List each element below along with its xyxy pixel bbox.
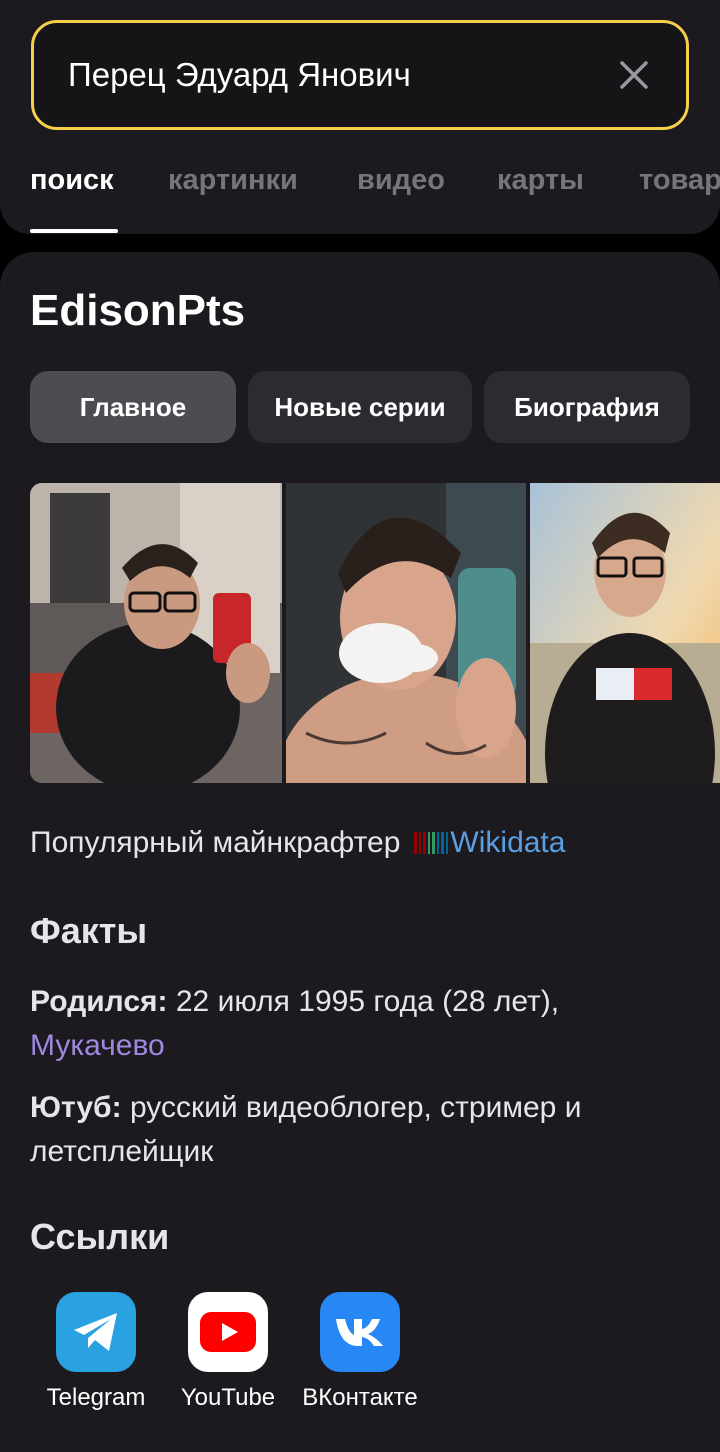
search-query-text[interactable]: Перец Эдуард Янович <box>68 56 411 94</box>
chip-main-label: Главное <box>79 391 187 422</box>
telegram-label: Telegram <box>46 1384 146 1411</box>
born-place-link[interactable]: Мукачево <box>30 1029 165 1062</box>
chip-new-episodes-label: Новые серии <box>274 391 446 422</box>
fact-youtube-label: Ютуб: <box>30 1091 122 1124</box>
fact-born-label: Родился: <box>30 985 168 1018</box>
wikidata-link[interactable]: Wikidata <box>450 826 565 860</box>
entity-description: Популярный майнкрафтер Wikidata <box>30 826 565 860</box>
search-header: Перец Эдуард Янович поиск картинки видео… <box>0 0 720 234</box>
fact-born-value: 22 июля 1995 года (28 лет), <box>175 985 560 1018</box>
facts-heading: Факты <box>30 910 148 951</box>
tab-video[interactable]: видео <box>357 164 445 197</box>
chip-new-episodes[interactable]: Новые серии <box>248 371 472 443</box>
active-tab-indicator <box>30 229 118 233</box>
tab-search[interactable]: поиск <box>30 164 114 197</box>
youtube-icon[interactable] <box>188 1292 268 1372</box>
vk-link[interactable]: ВКонтакте <box>285 1292 435 1412</box>
tab-maps[interactable]: карты <box>497 164 584 197</box>
clear-icon[interactable] <box>614 55 654 95</box>
search-tabs: поиск картинки видео карты товары <box>0 150 720 234</box>
description-text: Популярный майнкрафтер <box>30 826 401 859</box>
tab-images[interactable]: картинки <box>168 164 298 197</box>
telegram-link[interactable]: Telegram <box>21 1292 171 1412</box>
fact-born: Родился: 22 июля 1995 года (28 лет), Мук… <box>30 980 670 1068</box>
vk-label: ВКонтакте <box>302 1384 418 1411</box>
photo-1[interactable] <box>30 483 282 783</box>
entity-card: EdisonPts Главное Новые серии Биография <box>0 252 720 1452</box>
youtube-link[interactable]: YouTube <box>153 1292 303 1412</box>
chip-biography[interactable]: Биография <box>484 371 690 443</box>
photo-3[interactable] <box>530 483 720 783</box>
wikidata-icon <box>414 832 449 854</box>
chip-main[interactable]: Главное <box>30 371 236 443</box>
entity-title: EdisonPts <box>30 286 246 335</box>
tab-products[interactable]: товары <box>639 164 720 197</box>
fact-youtube: Ютуб: русский видеоблогер, стример и лет… <box>30 1086 670 1174</box>
vk-icon[interactable] <box>320 1292 400 1372</box>
links-heading: Ссылки <box>30 1216 170 1257</box>
telegram-icon[interactable] <box>56 1292 136 1372</box>
search-input[interactable]: Перец Эдуард Янович <box>31 20 689 130</box>
chip-biography-label: Биография <box>514 391 660 422</box>
photo-2[interactable] <box>286 483 526 783</box>
youtube-label: YouTube <box>180 1384 276 1411</box>
